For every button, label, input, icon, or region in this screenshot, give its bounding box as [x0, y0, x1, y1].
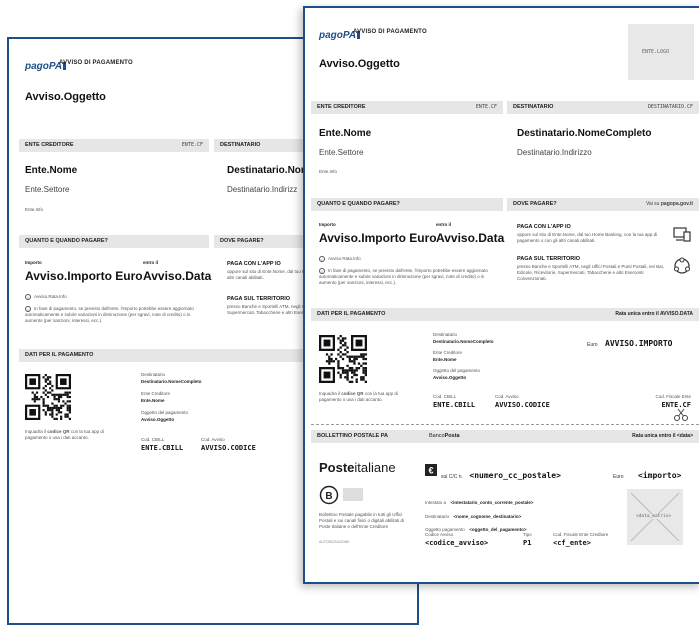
dati-cbill-label: Cod. CBILL — [433, 394, 457, 399]
info-icon: i — [25, 294, 31, 300]
qr-hint: Inquadra il codice QR con la tua app di … — [319, 391, 398, 402]
dati-codavv-label: Cod. Avviso — [495, 394, 519, 399]
rata-unica: Rata unica entro il AVVISO.DATA — [615, 311, 693, 317]
poste-cf-value: <cf_ente> — [553, 539, 591, 547]
dati-ogg-value: Avviso.Oggetto — [433, 375, 467, 380]
section-bollettino: BOLLETTINO POSTALE PA BancoPosta Rata un… — [311, 430, 699, 443]
destinatario-indirizzo: Destinatario.Indirizzo — [517, 148, 592, 157]
section-destinatario: DESTINATARIO DESTINATARIO.CF — [507, 101, 699, 114]
section-ente-creditore: ENTE CREDITORE ENTE.CF — [19, 139, 209, 152]
data-matrix-placeholder: <data_matrix> — [627, 489, 683, 545]
poste-tipo-label: Tipo — [523, 532, 532, 537]
page-title: Avviso.Oggetto — [319, 58, 400, 70]
nota-aggiornamento: i In fase di pagamento, se previsto dall'… — [25, 306, 194, 324]
section-quando: QUANTO E QUANDO PAGARE? — [19, 235, 209, 248]
dati-dest-value: Destinatario.NomeCompleto — [141, 379, 202, 384]
rata-info: i Avviso.Rata.Info — [25, 294, 67, 300]
cc-postale: sul C/C n. <numero_cc_postale> — [441, 471, 561, 480]
importo-euro: Euro AVVISO.IMPORTO — [587, 339, 673, 348]
importo-postale: Euro <importo> — [613, 471, 682, 480]
dati-codavv-value: AVVISO.CODICE — [201, 444, 256, 452]
dati-codavv-label: Cod. Avviso — [201, 437, 225, 442]
section-quando: QUANTO E QUANDO PAGARE? — [311, 198, 503, 211]
importo-value: Avviso.Importo Euro — [319, 231, 437, 245]
ente-logo-placeholder: ENTE.LOGO — [628, 24, 694, 80]
dati-cbill-label: Cod. CBILL — [141, 437, 165, 442]
cut-line — [311, 424, 699, 425]
store-network-icon — [674, 257, 690, 274]
dati-dest-value: Destinatario.NomeCompleto — [433, 339, 494, 344]
qr-hint: Inquadra il codice QR con la tua app di … — [25, 429, 104, 440]
ente-settore: Ente.Settore — [25, 185, 70, 194]
dati-cbill-value: ENTE.CBILL — [141, 444, 184, 452]
importo-label: Importo — [25, 260, 42, 265]
ente-info: Ente.Info — [319, 169, 338, 174]
dati-ente-value: Ente.Nome — [141, 398, 165, 403]
entro-label: entro il — [143, 260, 159, 265]
devices-icon — [673, 227, 691, 242]
rata-info: i Avviso.Rata.Info — [319, 256, 361, 262]
importo-label: Importo — [319, 222, 336, 227]
ente-settore: Ente.Settore — [319, 148, 364, 157]
pagopa-link[interactable]: Vai su pagopa.gov.it — [646, 201, 693, 207]
qr-code — [25, 374, 71, 420]
dati-dest-label: Destinatario — [433, 332, 458, 337]
dati-cf-label: Cod. Fiscale Ente — [655, 394, 691, 399]
destinatario-indirizzo: Destinatario.Indirizz — [227, 185, 298, 194]
nota-aggiornamento: i In fase di pagamento, se previsto dall'… — [319, 268, 488, 286]
paga-app-title: PAGA CON L'APP IO — [227, 261, 281, 267]
section-ente-creditore: ENTE CREDITORE ENTE.CF — [311, 101, 503, 114]
paga-territorio-title: PAGA SUL TERRITORIO — [227, 296, 291, 302]
entro-label: entro il — [436, 222, 452, 227]
importo-value: Avviso.Importo Euro — [25, 269, 143, 283]
page-title: Avviso.Oggetto — [25, 91, 106, 103]
ente-nome: Ente.Nome — [319, 128, 372, 139]
dati-ente-label: Ente Creditore — [141, 391, 171, 396]
scadenza-value: Avviso.Data — [436, 231, 505, 245]
destinatario-nome: Destinatario.NomeCompleto — [517, 128, 652, 139]
ente-nome: Ente.Nome — [25, 165, 78, 176]
dati-ogg-label: Oggetto del pagamento — [141, 410, 189, 415]
avviso-label: AVVISO DI PAGAMENTO — [59, 60, 133, 66]
bancoposta-label: BancoPosta — [429, 433, 460, 439]
svg-text:B: B — [325, 491, 332, 502]
section-dove: DOVE PAGARE? Vai su pagopa.gov.it — [507, 198, 699, 211]
section-dati: DATI PER IL PAGAMENTO Rata unica entro i… — [311, 308, 699, 321]
info-icon: i — [319, 256, 325, 262]
autorizzazione-label: AUTORIZZAZIONE — [319, 540, 350, 544]
poste-cf-label: Cod. Fiscale Ente Creditore — [553, 532, 609, 537]
front-sheet: pagoPA AVVISO DI PAGAMENTO Avviso.Oggett… — [303, 6, 699, 584]
dati-ente-value: Ente.Nome — [433, 357, 457, 362]
poste-codavv-label: Codice Avviso — [425, 532, 454, 537]
dati-ogg-label: Oggetto del pagamento — [433, 368, 481, 373]
svg-text:€: € — [428, 466, 433, 476]
bancoposta-circle-icon: B — [319, 485, 339, 505]
dati-dest-label: Destinatario — [141, 372, 166, 377]
destinatario-nome: Destinatario.Nom — [227, 165, 310, 176]
euro-icon: € — [425, 464, 437, 476]
dati-ente-label: Ente Creditore — [433, 350, 463, 355]
info-icon: i — [25, 306, 31, 312]
authority-mark-icon — [343, 488, 363, 501]
dati-codavv-value: AVVISO.CODICE — [495, 401, 550, 409]
bollettino-text: Bollettino Postale pagabile in tutti gli… — [319, 512, 405, 529]
paga-app-title: PAGA CON L'APP IO — [517, 224, 571, 230]
info-icon: i — [319, 268, 325, 274]
paga-app-text: oppure sul sito di Ente.Nome, dal tuo Ho… — [517, 232, 658, 243]
scissors-icon — [674, 408, 688, 421]
paga-territorio-title: PAGA SUL TERRITORIO — [517, 256, 581, 262]
qr-code — [319, 335, 367, 383]
posteitaliane-logo: Posteitaliane — [319, 460, 396, 475]
dati-cbill-value: ENTE.CBILL — [433, 401, 476, 409]
paga-territorio-text: presso Banche e Sportelli ATM, negli Uff… — [517, 264, 665, 281]
scadenza-value: Avviso.Data — [143, 269, 212, 283]
avviso-label: AVVISO DI PAGAMENTO — [353, 29, 427, 35]
poste-tipo-value: P1 — [523, 539, 532, 547]
dati-ogg-value: Avviso.Oggetto — [141, 417, 175, 422]
poste-codavv-value: <codice_avviso> — [425, 539, 489, 547]
ente-info: Ente.Info — [25, 207, 44, 212]
